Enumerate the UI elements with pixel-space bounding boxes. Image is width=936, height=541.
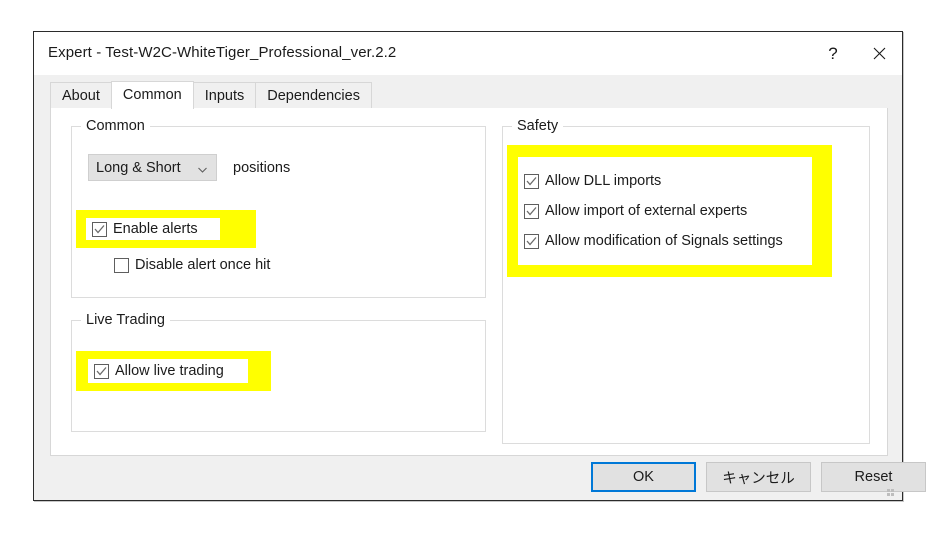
- checkbox-allow-live-trading[interactable]: Allow live trading: [94, 363, 224, 379]
- tab-about[interactable]: About: [50, 82, 112, 108]
- checkbox-unchecked-icon: [114, 257, 129, 273]
- group-common-legend: Common: [81, 118, 150, 134]
- titlebar-buttons: ?: [810, 32, 902, 75]
- dialog-titlebar: Expert - Test-W2C-WhiteTiger_Professiona…: [34, 32, 902, 75]
- cancel-button[interactable]: キャンセル: [706, 462, 811, 492]
- checkbox-disable-alert-once-hit[interactable]: Disable alert once hit: [114, 257, 270, 273]
- checkbox-allow-live-trading-label: Allow live trading: [115, 363, 224, 379]
- checkbox-allow-modification-signals-label: Allow modification of Signals settings: [545, 233, 783, 249]
- positions-combobox[interactable]: Long & Short: [88, 154, 217, 181]
- checkbox-checked-icon: [524, 233, 539, 249]
- expert-settings-dialog: Expert - Test-W2C-WhiteTiger_Professiona…: [33, 31, 926, 501]
- group-safety-legend: Safety: [512, 118, 564, 134]
- close-x-icon[interactable]: [856, 32, 902, 75]
- checkbox-checked-icon: [92, 221, 107, 237]
- tab-inputs[interactable]: Inputs: [192, 82, 257, 108]
- checkbox-disable-alert-once-hit-label: Disable alert once hit: [135, 257, 271, 273]
- checkbox-allow-dll-imports[interactable]: Allow DLL imports: [524, 173, 804, 189]
- highlight-allow-live-trading: Allow live trading: [76, 351, 271, 391]
- checkbox-enable-alerts[interactable]: Enable alerts: [92, 221, 198, 237]
- checkbox-checked-icon: [94, 363, 109, 379]
- positions-suffix-label: positions: [233, 159, 291, 176]
- help-icon[interactable]: ?: [810, 32, 856, 75]
- dialog-title: Expert - Test-W2C-WhiteTiger_Professiona…: [48, 44, 397, 61]
- group-common: Common Long & Short positions Enable ale…: [71, 118, 486, 298]
- checkbox-allow-import-external-experts-label: Allow import of external experts: [545, 203, 748, 219]
- positions-value: Long & Short: [96, 159, 181, 176]
- checkbox-allow-dll-imports-label: Allow DLL imports: [545, 173, 662, 189]
- checkbox-enable-alerts-label: Enable alerts: [113, 221, 198, 237]
- group-live-trading-legend: Live Trading: [81, 312, 170, 328]
- highlight-safety-options: Allow DLL imports Allow import of extern…: [507, 145, 832, 277]
- checkbox-checked-icon: [524, 173, 539, 189]
- ok-button[interactable]: OK: [591, 462, 696, 492]
- checkbox-checked-icon: [524, 203, 539, 219]
- tab-page-common: Common Long & Short positions Enable ale…: [50, 108, 888, 456]
- highlight-enable-alerts: Enable alerts: [76, 210, 256, 248]
- group-safety: Safety Allow DLL imports Allow import of…: [502, 118, 870, 444]
- positions-row: Long & Short positions: [88, 154, 290, 181]
- resize-grip-icon[interactable]: [887, 485, 898, 496]
- reset-button[interactable]: Reset: [821, 462, 926, 492]
- tab-common[interactable]: Common: [110, 81, 194, 109]
- chevron-down-icon: [197, 162, 208, 173]
- checkbox-allow-modification-signals[interactable]: Allow modification of Signals settings: [524, 233, 804, 249]
- tab-dependencies[interactable]: Dependencies: [255, 82, 372, 108]
- tab-strip: About Common Inputs Dependencies: [50, 81, 886, 109]
- dialog-footer: OK キャンセル Reset: [34, 456, 926, 500]
- checkbox-allow-import-external-experts[interactable]: Allow import of external experts: [524, 203, 804, 219]
- group-live-trading: Live Trading Allow live trading: [71, 312, 486, 432]
